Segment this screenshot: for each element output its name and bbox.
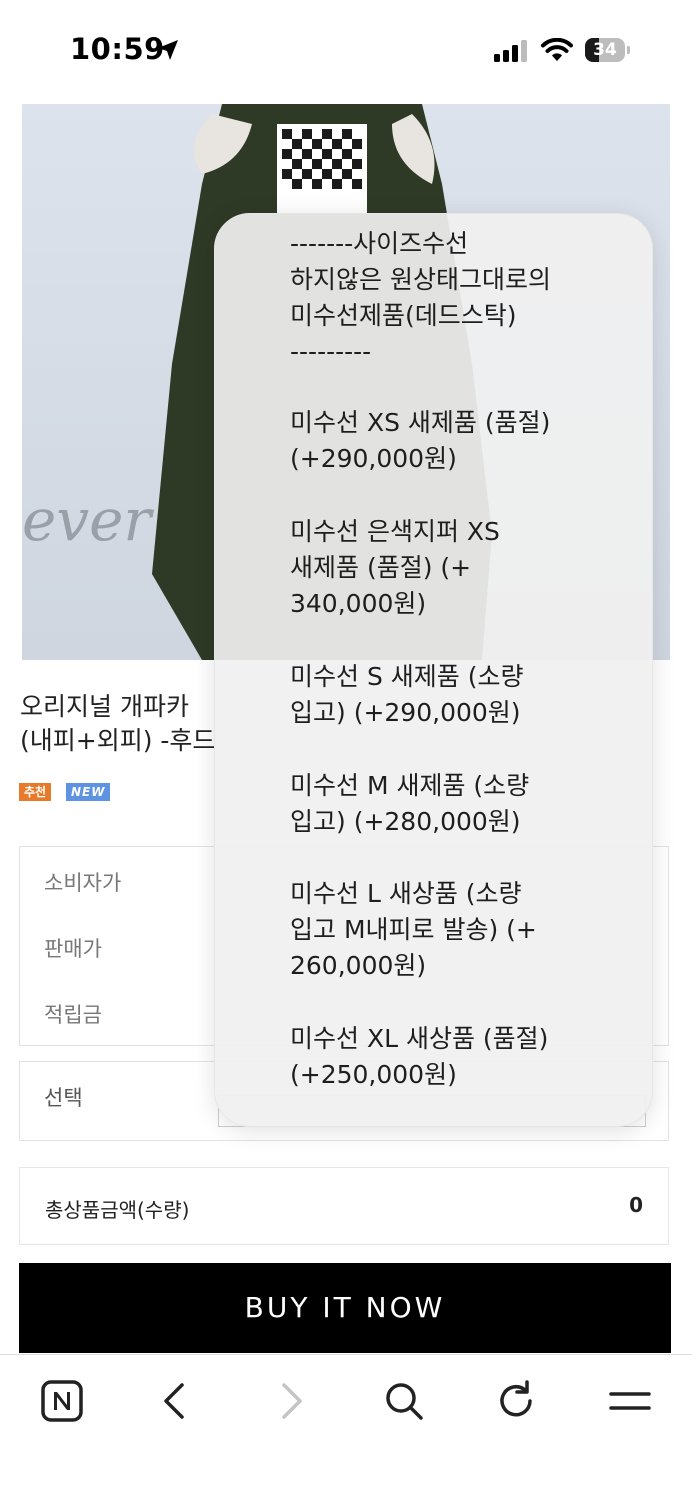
dropdown-option-l[interactable]: 미수선 L 새상품 (소량 입고 M내피로 발송) (+ 260,000원) [290,876,630,984]
location-arrow-icon [158,40,178,60]
dropdown-header-item: -------사이즈수선 하지않은 원상태그대로의 미수선제품(데드스탁) --… [290,229,551,366]
total-value: 0 [629,1193,643,1217]
points-label: 적립금 [44,1003,102,1027]
product-title-line-2: (내피+외피) -후드 [20,726,216,755]
search-icon[interactable] [380,1377,428,1425]
sale-price-label: 판매가 [44,937,102,961]
product-title-line-1: 오리지널 개파카 [20,692,189,721]
browser-toolbar [0,1354,692,1501]
consumer-price-label: 소비자가 [44,871,122,895]
buy-it-now-button[interactable]: BUY IT NOW [19,1263,671,1353]
battery-icon: 34 [585,38,631,64]
dropdown-option-xs[interactable]: 미수선 XS 새제품 (품절) (+290,000원) [290,405,630,477]
product-title: 오리지널 개파카 (내피+외피) -후드 [20,690,220,758]
forward-icon[interactable] [266,1377,314,1425]
status-bar: 10:59 34 [0,0,692,100]
total-box: 총상품금액(수량) 0 [19,1167,669,1245]
wifi-icon [541,38,573,61]
dropdown-option-xl[interactable]: 미수선 XL 새상품 (품절) (+250,000원) [290,1021,630,1093]
reload-icon[interactable] [492,1377,540,1425]
option-label: 선택 [44,1086,83,1110]
signal-icon [494,40,527,62]
naver-home-icon[interactable] [38,1377,86,1425]
back-icon[interactable] [152,1377,200,1425]
dropdown-option-xs-silver-zipper[interactable]: 미수선 은색지퍼 XS 새제품 (품절) (+ 340,000원) [290,514,630,622]
total-label: 총상품금액(수량) [45,1198,190,1222]
image-script-text: ever [22,486,152,554]
size-option-dropdown[interactable]: -------사이즈수선 하지않은 원상태그대로의 미수선제품(데드스탁) --… [214,213,653,1127]
new-badge: NEW [66,783,111,801]
dropdown-option-s[interactable]: 미수선 S 새제품 (소량 입고) (+290,000원) [290,659,630,731]
battery-level: 34 [593,40,617,60]
dropdown-option-m[interactable]: 미수선 M 새제품 (소량 입고) (+280,000원) [290,768,630,840]
status-time: 10:59 [70,32,165,66]
recommended-badge: 추천 [19,783,52,801]
menu-icon[interactable] [606,1377,654,1425]
